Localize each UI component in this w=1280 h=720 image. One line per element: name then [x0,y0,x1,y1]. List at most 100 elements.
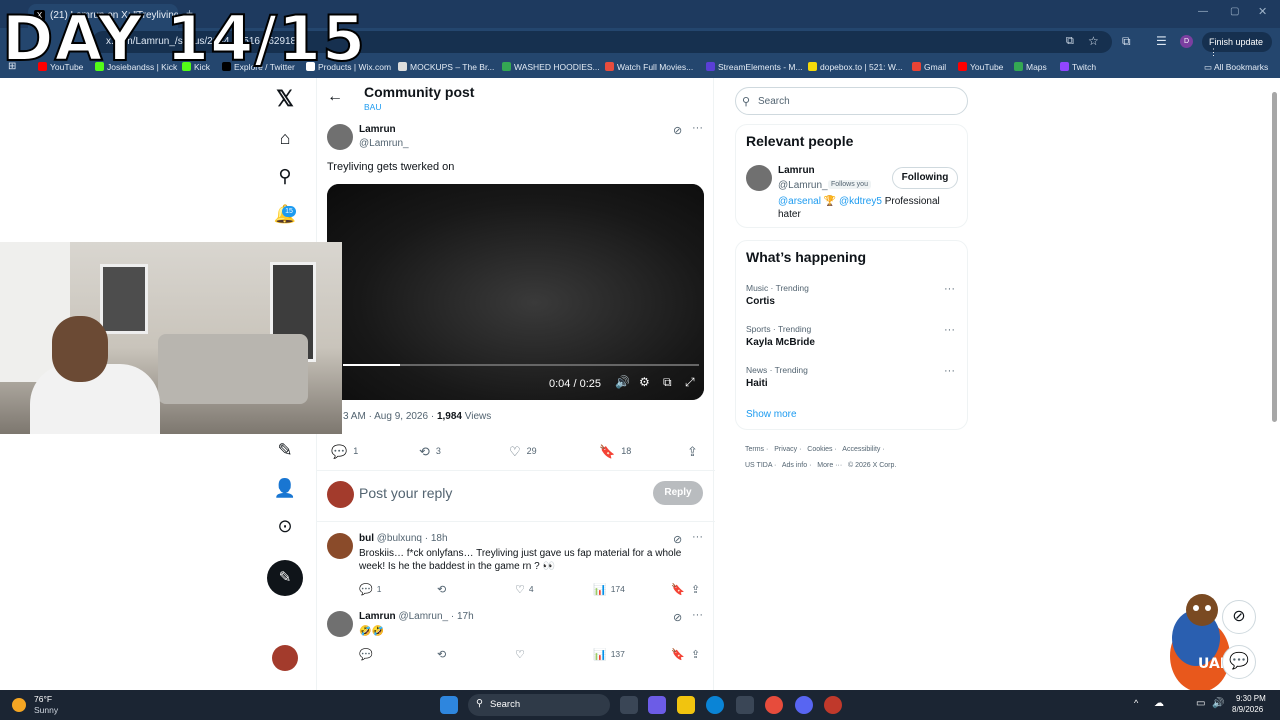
install-app-icon[interactable]: ⧉ [1066,35,1074,48]
taskbar-search[interactable]: ⚲ Search [468,694,610,716]
bookmark-item[interactable]: Watch Full Movies... [605,62,693,72]
maximize-icon[interactable]: ▢ [1230,6,1239,17]
volume-icon[interactable]: 🔊 [1212,698,1224,709]
bookmark-item[interactable]: Maps [1014,62,1047,72]
post-author-avatar[interactable] [327,124,353,150]
more-options-icon[interactable]: ··· [944,283,955,295]
reading-list-icon[interactable]: ☰ [1156,34,1167,48]
show-more-link[interactable]: Show more [746,409,797,420]
post-author-handle[interactable]: @Lamrun_ [359,138,409,149]
more-options-icon[interactable]: ··· [944,324,955,336]
grok-icon[interactable]: ⊘ [1222,600,1256,634]
more-options-icon[interactable]: ··· [944,365,955,377]
task-view-icon[interactable] [620,696,638,714]
pip-icon[interactable]: ⧉ [663,375,672,390]
avatar[interactable] [272,645,298,671]
comment-reply-action[interactable]: 💬 1 [359,583,381,596]
file-explorer-icon[interactable] [677,696,695,714]
weather-sun-icon[interactable] [12,698,26,712]
post-author-name[interactable]: Lamrun [359,124,396,135]
close-window-icon[interactable]: ✕ [1258,5,1267,18]
video-progress-bar[interactable] [343,364,699,366]
comment-repost-action[interactable]: ⟲ [437,648,450,661]
discord-icon[interactable] [795,696,813,714]
repost-action[interactable]: ⟲ 3 [419,444,441,460]
bookmark-item[interactable]: Twitch [1060,62,1096,72]
comment-like-action[interactable]: ♡ 4 [515,583,534,596]
trend-name[interactable]: Cortis [746,296,775,307]
comment-views[interactable]: 📊 137 [593,648,625,661]
home-icon[interactable]: ⌂ [272,128,298,154]
minimize-icon[interactable]: — [1198,6,1208,17]
comment-avatar[interactable] [327,611,353,637]
grok-icon[interactable]: ⊘ [673,533,682,546]
share-icon[interactable]: ⇪ [691,583,700,596]
footer-link[interactable]: Terms [745,446,764,453]
obs-icon[interactable] [824,696,842,714]
finish-update-button[interactable]: Finish update ⋮ [1202,32,1272,57]
scrollbar[interactable] [1272,92,1277,422]
share-icon[interactable]: ⇪ [691,648,700,661]
footer-link[interactable]: Privacy [774,446,797,453]
bookmark-item[interactable]: MOCKUPS – The Br... [398,62,494,72]
comment-repost-action[interactable]: ⟲ [437,583,450,596]
community-name[interactable]: BAU [364,102,381,112]
bio-link[interactable]: @arsenal [778,196,821,207]
share-action[interactable]: ⇪ [687,444,704,460]
windows-start-icon[interactable] [440,696,458,714]
like-action[interactable]: ♡ 29 [509,444,537,460]
edge-icon[interactable] [706,696,724,714]
more-options-icon[interactable]: ··· [692,531,703,543]
more-options-icon[interactable]: ··· [692,122,703,134]
bio-link[interactable]: @kdtrey5 [839,196,882,207]
avatar[interactable] [746,165,772,191]
comment-reply-action[interactable]: 💬 [359,648,377,661]
comment-author[interactable]: Lamrun @Lamrun_ · 17h [359,611,474,622]
person-handle[interactable]: @Lamrun_ [778,180,828,191]
all-bookmarks-link[interactable]: ▭ All Bookmarks [1204,62,1268,73]
trend-name[interactable]: Kayla McBride [746,337,815,348]
clock-date[interactable]: 8/9/2026 [1232,705,1263,714]
display-icon[interactable]: ▭ [1196,698,1205,709]
settings-gear-icon[interactable]: ⚙ [639,375,650,389]
star-icon[interactable]: ☆ [1088,34,1099,48]
profile-avatar-icon[interactable]: D [1180,35,1193,48]
comment-views[interactable]: 📊 174 [593,583,625,596]
back-arrow-icon[interactable]: ← [327,88,343,106]
footer-link[interactable]: US TIDA [745,462,772,469]
premium-icon[interactable]: ✎ [272,440,298,466]
bookmark-item[interactable]: YouTube [958,62,1003,72]
chrome-icon[interactable] [765,696,783,714]
reply-button[interactable]: Reply [653,481,703,505]
footer-link[interactable]: Cookies [807,446,832,453]
video-player[interactable]: 0:04 / 0:25 🔊 ⚙ ⧉ ⤢ [327,184,704,400]
bookmark-action[interactable]: 🔖 18 [599,444,631,460]
search-icon[interactable]: ⚲ [272,166,298,192]
comment-author[interactable]: bul @bulxunq · 18h [359,533,448,544]
reply-input[interactable]: Post your reply [359,485,452,501]
bookmark-icon[interactable]: 🔖 [671,583,685,596]
more-options-icon[interactable]: ··· [692,609,703,621]
fullscreen-icon[interactable]: ⤢ [685,375,695,390]
reply-action[interactable]: 💬 1 [331,444,358,460]
person-name[interactable]: Lamrun [778,165,815,176]
bookmark-item[interactable]: StreamElements - M... [706,62,803,72]
weather-desc[interactable]: Sunny [34,705,58,715]
store-icon[interactable] [736,696,754,714]
messages-icon[interactable]: 💬 [1222,645,1256,679]
bookmark-item[interactable]: WASHED HOODIES... [502,62,600,72]
comment-like-action[interactable]: ♡ [515,648,529,661]
copilot-icon[interactable] [648,696,666,714]
tray-icon[interactable]: ☁ [1154,698,1164,709]
grok-icon[interactable]: ⊘ [673,124,682,137]
bookmark-icon[interactable]: 🔖 [671,648,685,661]
footer-link[interactable]: Accessibility [842,446,880,453]
extensions-icon[interactable]: ⧉ [1122,34,1131,49]
comment-avatar[interactable] [327,533,353,559]
trend-name[interactable]: Haiti [746,378,768,389]
bookmark-item[interactable]: dopebox.to | 521: W... [808,62,903,72]
compose-post-button[interactable]: ✎ [267,560,303,596]
grok-icon[interactable]: ⊘ [673,611,682,624]
footer-link[interactable]: Ads info [782,462,807,469]
bookmark-item[interactable]: Gmail [912,62,946,72]
